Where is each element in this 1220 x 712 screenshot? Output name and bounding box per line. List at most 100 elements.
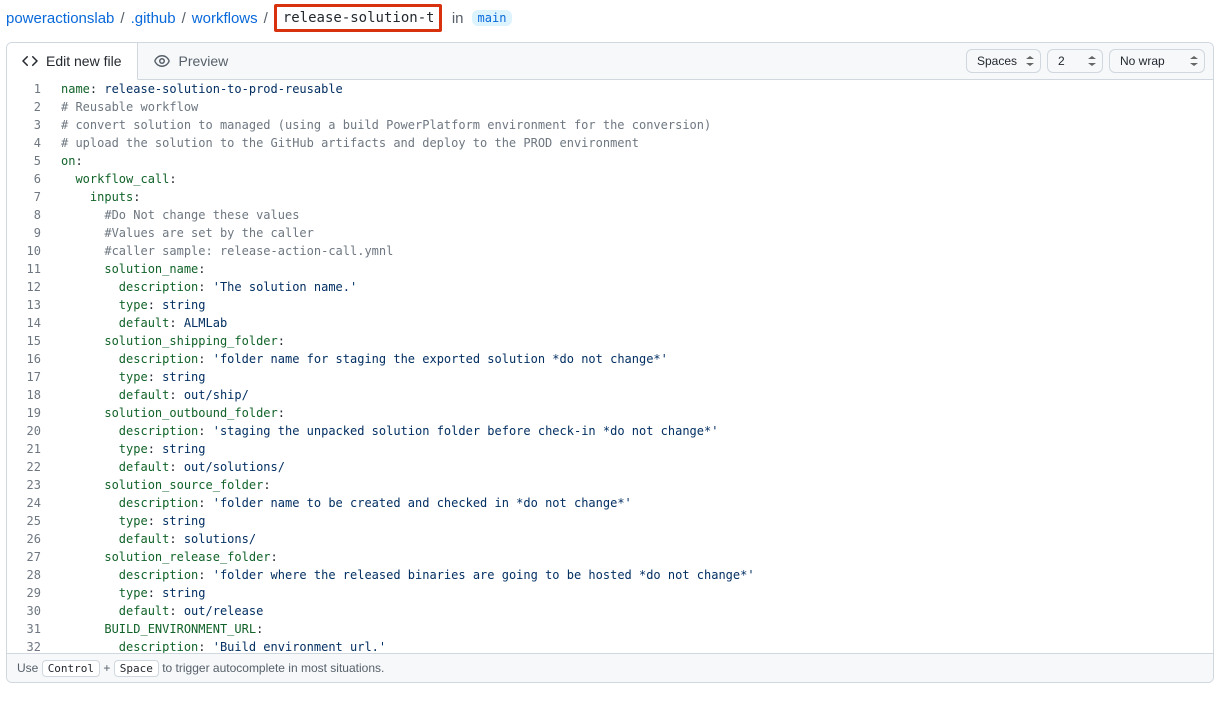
code-line[interactable]: 13 type: string [7,296,1213,314]
filename-input[interactable] [274,4,442,32]
code-content[interactable]: default: out/release [51,602,1213,620]
code-line[interactable]: 2# Reusable workflow [7,98,1213,116]
tabs-row: Edit new file Preview Spaces 2 No wrap [7,43,1213,80]
code-content[interactable]: solution_release_folder: [51,548,1213,566]
code-content[interactable]: name: release-solution-to-prod-reusable [51,80,1213,98]
code-content[interactable]: description: 'folder name to be created … [51,494,1213,512]
line-number: 2 [7,98,51,116]
line-number: 28 [7,566,51,584]
code-content[interactable]: #Values are set by the caller [51,224,1213,242]
code-line[interactable]: 6 workflow_call: [7,170,1213,188]
code-content[interactable]: solution_shipping_folder: [51,332,1213,350]
in-label: in [452,10,464,27]
branch-pill[interactable]: main [472,10,513,26]
code-line[interactable]: 23 solution_source_folder: [7,476,1213,494]
line-number: 14 [7,314,51,332]
code-line[interactable]: 16 description: 'folder name for staging… [7,350,1213,368]
wrap-mode-select[interactable]: No wrap [1109,49,1205,73]
code-content[interactable]: description: 'The solution name.' [51,278,1213,296]
code-line[interactable]: 31 BUILD_ENVIRONMENT_URL: [7,620,1213,638]
code-line[interactable]: 10 #caller sample: release-action-call.y… [7,242,1213,260]
line-number: 3 [7,116,51,134]
code-content[interactable]: type: string [51,584,1213,602]
code-line[interactable]: 28 description: 'folder where the releas… [7,566,1213,584]
code-content[interactable]: description: 'Build environment url.' [51,638,1213,653]
line-number: 23 [7,476,51,494]
code-line[interactable]: 18 default: out/ship/ [7,386,1213,404]
code-line[interactable]: 3# convert solution to managed (using a … [7,116,1213,134]
code-line[interactable]: 8 #Do Not change these values [7,206,1213,224]
line-number: 29 [7,584,51,602]
code-content[interactable]: # upload the solution to the GitHub arti… [51,134,1213,152]
eye-icon [154,53,170,69]
line-number: 27 [7,548,51,566]
code-content[interactable]: solution_source_folder: [51,476,1213,494]
code-content[interactable]: default: ALMLab [51,314,1213,332]
code-line[interactable]: 17 type: string [7,368,1213,386]
code-content[interactable]: type: string [51,296,1213,314]
code-line[interactable]: 30 default: out/release [7,602,1213,620]
code-line[interactable]: 1name: release-solution-to-prod-reusable [7,80,1213,98]
code-editor[interactable]: 1name: release-solution-to-prod-reusable… [7,80,1213,653]
code-content[interactable]: default: solutions/ [51,530,1213,548]
code-line[interactable]: 24 description: 'folder name to be creat… [7,494,1213,512]
tab-preview[interactable]: Preview [138,43,244,79]
code-line[interactable]: 5on: [7,152,1213,170]
code-content[interactable]: inputs: [51,188,1213,206]
code-content[interactable]: type: string [51,368,1213,386]
code-line[interactable]: 25 type: string [7,512,1213,530]
line-number: 10 [7,242,51,260]
indent-mode-select[interactable]: Spaces [966,49,1041,73]
line-number: 11 [7,260,51,278]
code-content[interactable]: #caller sample: release-action-call.ymnl [51,242,1213,260]
code-content[interactable]: type: string [51,440,1213,458]
code-content[interactable]: # convert solution to managed (using a b… [51,116,1213,134]
tab-edit-file[interactable]: Edit new file [6,43,138,80]
code-line[interactable]: 32 description: 'Build environment url.' [7,638,1213,653]
line-number: 13 [7,296,51,314]
breadcrumb-folder-workflows[interactable]: workflows [192,10,258,27]
code-content[interactable]: type: string [51,512,1213,530]
code-line[interactable]: 21 type: string [7,440,1213,458]
code-line[interactable]: 27 solution_release_folder: [7,548,1213,566]
code-content[interactable]: default: out/ship/ [51,386,1213,404]
code-line[interactable]: 29 type: string [7,584,1213,602]
kbd-space: Space [114,660,159,677]
code-content[interactable]: solution_name: [51,260,1213,278]
breadcrumb-folder-github[interactable]: .github [131,10,176,27]
code-line[interactable]: 19 solution_outbound_folder: [7,404,1213,422]
line-number: 24 [7,494,51,512]
code-line[interactable]: 12 description: 'The solution name.' [7,278,1213,296]
line-number: 1 [7,80,51,98]
code-line[interactable]: 15 solution_shipping_folder: [7,332,1213,350]
code-line[interactable]: 26 default: solutions/ [7,530,1213,548]
code-content[interactable]: on: [51,152,1213,170]
code-content[interactable]: description: 'staging the unpacked solut… [51,422,1213,440]
code-line[interactable]: 4# upload the solution to the GitHub art… [7,134,1213,152]
code-line[interactable]: 7 inputs: [7,188,1213,206]
code-line[interactable]: 20 description: 'staging the unpacked so… [7,422,1213,440]
code-line[interactable]: 9 #Values are set by the caller [7,224,1213,242]
code-line[interactable]: 11 solution_name: [7,260,1213,278]
code-content[interactable]: description: 'folder where the released … [51,566,1213,584]
line-number: 21 [7,440,51,458]
code-content[interactable]: default: out/solutions/ [51,458,1213,476]
kbd-control: Control [42,660,100,677]
code-line[interactable]: 14 default: ALMLab [7,314,1213,332]
code-content[interactable]: workflow_call: [51,170,1213,188]
tab-edit-label: Edit new file [46,53,121,69]
line-number: 20 [7,422,51,440]
code-content[interactable]: solution_outbound_folder: [51,404,1213,422]
line-number: 18 [7,386,51,404]
code-content[interactable]: BUILD_ENVIRONMENT_URL: [51,620,1213,638]
line-number: 6 [7,170,51,188]
code-content[interactable]: description: 'folder name for staging th… [51,350,1213,368]
indent-size-select[interactable]: 2 [1047,49,1103,73]
code-content[interactable]: #Do Not change these values [51,206,1213,224]
line-number: 9 [7,224,51,242]
code-content[interactable]: # Reusable workflow [51,98,1213,116]
breadcrumb-repo[interactable]: poweractionslab [6,10,114,27]
autocomplete-hint: Use Control + Space to trigger autocompl… [7,653,1213,682]
code-line[interactable]: 22 default: out/solutions/ [7,458,1213,476]
editor-container: Edit new file Preview Spaces 2 No wrap 1… [6,42,1214,683]
